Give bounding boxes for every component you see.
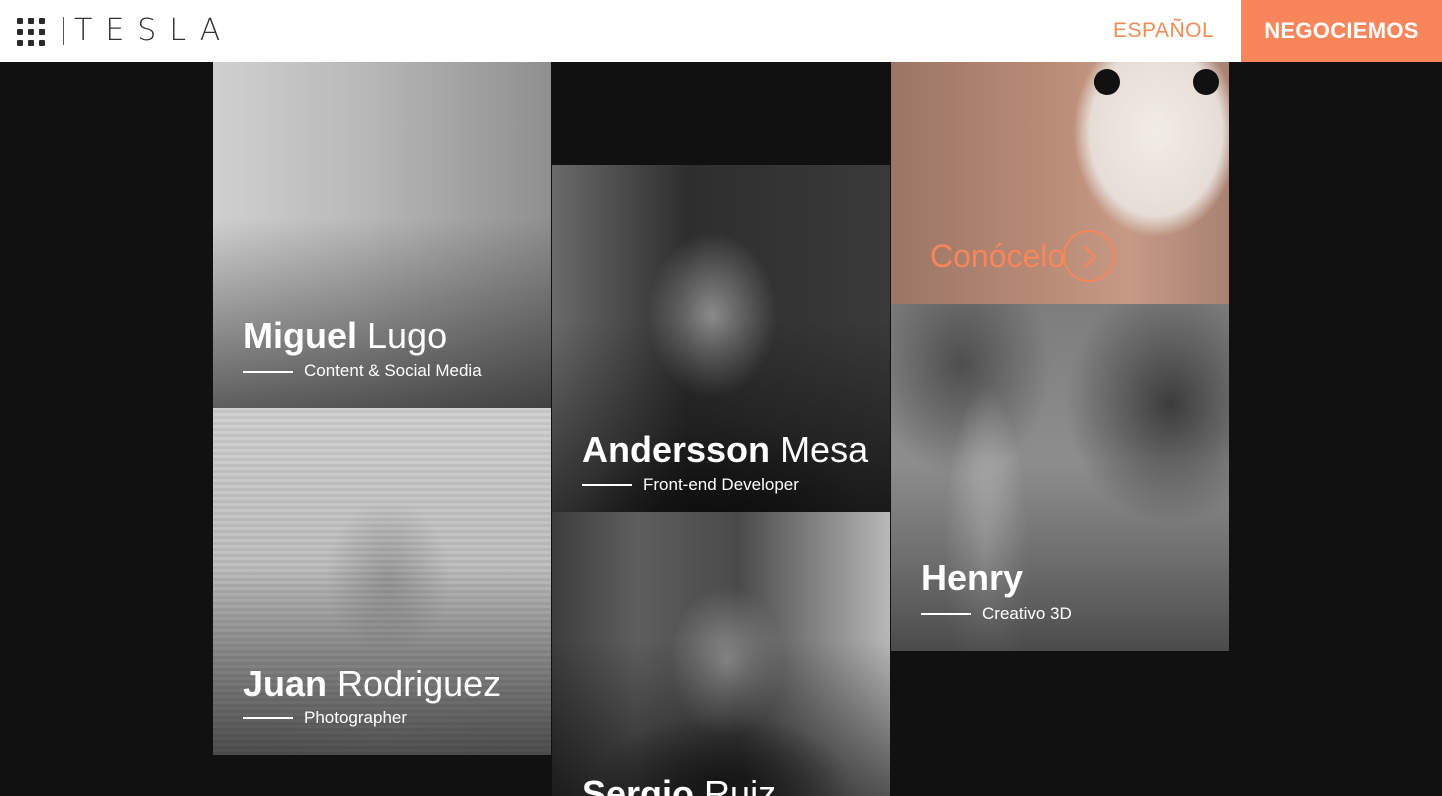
site-header: TESLA ESPAÑOL NEGOCIEMOS bbox=[0, 0, 1442, 62]
negociemos-button[interactable]: NEGOCIEMOS bbox=[1241, 0, 1442, 62]
owl-eye bbox=[1094, 69, 1120, 95]
menu-grid-icon[interactable] bbox=[17, 18, 45, 46]
logo-divider bbox=[63, 17, 64, 45]
site-logo[interactable]: TESLA bbox=[74, 14, 233, 48]
team-card-andersson[interactable]: Andersson Mesa Front-end Developer bbox=[552, 165, 890, 512]
language-link[interactable]: ESPAÑOL bbox=[1113, 19, 1214, 43]
owl-eye bbox=[1193, 69, 1219, 95]
team-card-juan[interactable]: Juan Rodriguez Photographer bbox=[213, 408, 551, 755]
team-member-name: Juan Rodriguez bbox=[243, 663, 502, 704]
promo-card-owl[interactable]: Conócelo bbox=[891, 62, 1229, 304]
team-member-name: Sergio Ruiz bbox=[582, 773, 777, 796]
team-member-role: Creativo 3D bbox=[982, 604, 1072, 623]
role-divider bbox=[243, 717, 293, 719]
team-member-role: Content & Social Media bbox=[304, 361, 482, 380]
role-divider bbox=[243, 371, 293, 373]
chevron-right-circle-icon[interactable] bbox=[1063, 230, 1115, 282]
team-card-sergio[interactable]: Sergio Ruiz bbox=[552, 512, 890, 796]
team-card-miguel[interactable]: Miguel Lugo Content & Social Media bbox=[213, 62, 551, 408]
conocelo-link[interactable]: Conócelo bbox=[930, 236, 1065, 276]
role-divider bbox=[921, 613, 971, 615]
team-card-henry[interactable]: Henry Creativo 3D bbox=[891, 304, 1229, 651]
team-member-name: Miguel Lugo bbox=[243, 315, 448, 356]
team-member-role: Front-end Developer bbox=[643, 475, 799, 494]
team-member-role: Photographer bbox=[304, 708, 408, 727]
team-member-name: Andersson Mesa bbox=[582, 429, 869, 470]
team-member-name: Henry bbox=[921, 557, 1024, 598]
role-divider bbox=[582, 484, 632, 486]
